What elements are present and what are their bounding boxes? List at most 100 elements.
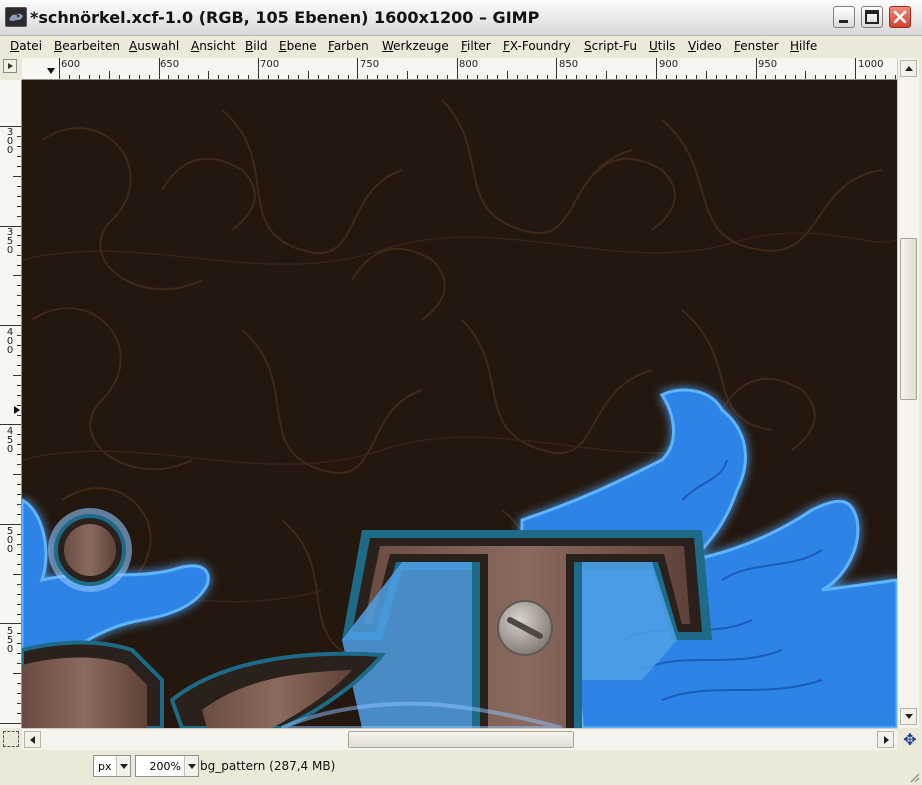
ruler-tick [328,75,329,79]
scroll-down-button[interactable] [900,708,917,725]
ruler-tick [17,146,21,147]
menu-video[interactable]: Video [688,39,722,53]
ruler-tick [527,75,528,79]
ruler-tick [885,75,886,79]
scroll-left-button[interactable] [24,731,41,748]
ruler-tick [178,75,179,79]
ruler-tick [636,75,637,79]
chevron-down-icon[interactable] [116,756,130,776]
gimp-wilber-icon[interactable] [5,7,27,27]
ruler-tick [586,75,587,79]
close-button[interactable] [889,6,911,28]
ruler-tick [348,75,349,79]
menu-bild[interactable]: Bild [245,39,268,53]
ruler-tick [139,75,140,79]
quick-mask-toggle[interactable] [3,731,19,747]
ruler-tick [706,71,707,79]
ruler-tick [507,71,508,79]
ruler-tick [865,75,866,79]
vertical-ruler[interactable]: 300 350 400 450 500 550 [0,80,22,728]
menu-werkzeuge[interactable]: Werkzeuge [382,39,449,53]
ruler-tick [875,75,876,79]
ruler-tick [746,75,747,79]
image-menu-button[interactable] [3,59,17,73]
zoom-dropdown[interactable]: 200% [135,755,199,777]
pointer-position-marker [47,68,55,74]
ruler-tick [487,75,488,79]
menu-farben[interactable]: Farben [328,39,369,53]
ruler-tick [437,75,438,79]
ruler-tick [646,75,647,79]
ruler-label: 300 [6,127,14,156]
ruler-tick [606,71,607,79]
horizontal-ruler[interactable]: 600 650 700 750 800 850 900 950 1000 [22,58,897,80]
ruler-tick [17,614,21,615]
ruler-tick [517,75,518,79]
ruler-tick [159,58,160,79]
ruler-tick [17,295,21,296]
ruler-tick [17,395,21,396]
menu-auswahl[interactable]: Auswahl [129,39,179,53]
ruler-tick [0,524,21,525]
ruler-tick [447,75,448,79]
ruler-tick [17,564,21,565]
ruler-label: 1000 [858,59,884,70]
ruler-tick [17,345,21,346]
ruler-tick [785,75,786,79]
ruler-tick [17,444,21,445]
ruler-tick [17,484,21,485]
ruler-tick [17,335,21,336]
image-artwork [22,99,897,728]
ruler-tick [547,75,548,79]
menu-utils[interactable]: Utils [649,39,675,53]
ruler-tick [0,723,21,724]
ruler-tick [298,75,299,79]
chevron-up-icon [905,66,913,71]
ruler-tick [338,75,339,79]
ruler-tick [0,623,21,624]
scroll-right-button[interactable] [877,731,894,748]
ruler-tick [119,75,120,79]
maximize-button[interactable] [861,6,883,28]
menu-fx-foundry[interactable]: FX-Foundry [503,39,571,53]
chevron-down-icon [905,714,913,719]
ruler-label: 950 [758,59,778,70]
menu-datei[interactable]: Datei [10,39,42,53]
ruler-tick [238,75,239,79]
ruler-tick [576,75,577,79]
ruler-tick [17,464,21,465]
menu-hilfe[interactable]: Hilfe [790,39,817,53]
ruler-tick [17,206,21,207]
ruler-tick [168,75,169,79]
ruler-tick [198,75,199,79]
horizontal-scrollbar[interactable] [22,728,897,750]
ruler-tick [129,75,130,79]
menu-script-fu[interactable]: Script-Fu [584,39,637,53]
menu-ansicht[interactable]: Ansicht [191,39,235,53]
ruler-tick [0,226,21,227]
navigate-icon[interactable]: ✥ [901,731,919,749]
ruler-tick [17,554,21,555]
chevron-down-icon[interactable] [184,756,198,776]
menu-filter[interactable]: Filter [461,39,491,53]
ruler-tick [17,365,21,366]
unit-dropdown[interactable]: px [93,755,131,777]
minimize-button[interactable] [833,6,855,28]
menu-fenster[interactable]: Fenster [734,39,779,53]
ruler-tick [13,673,21,674]
menu-bearbeiten[interactable]: Bearbeiten [54,39,120,53]
horizontal-scroll-thumb[interactable] [348,731,574,748]
vertical-scrollbar[interactable] [897,58,919,728]
ruler-tick [17,683,21,684]
scroll-up-button[interactable] [900,60,917,77]
vertical-scroll-thumb[interactable] [900,238,917,400]
minimize-icon [839,20,848,23]
ruler-tick [17,494,21,495]
ruler-tick [17,604,21,605]
image-canvas[interactable] [22,80,897,728]
ruler-label: 900 [659,59,679,70]
ruler-tick [208,71,209,79]
menu-ebene[interactable]: Ebene [279,39,317,53]
ruler-tick [278,75,279,79]
resize-grip-icon[interactable] [908,771,920,783]
